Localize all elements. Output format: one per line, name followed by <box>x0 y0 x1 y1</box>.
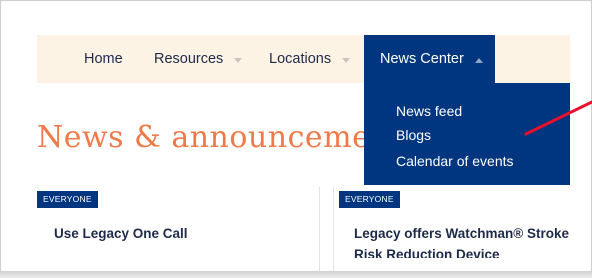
card-title-link[interactable]: Legacy offers Watchman® Stroke <box>354 226 570 241</box>
nav-locations[interactable]: Locations <box>269 35 351 83</box>
card-title-link[interactable]: Use Legacy One Call <box>54 226 188 241</box>
nav-resources[interactable]: Resources <box>154 35 243 83</box>
chevron-down-icon <box>234 35 243 83</box>
page-title: News & announcements <box>37 120 364 155</box>
bottom-edge <box>0 271 592 278</box>
chevron-down-icon <box>342 35 351 83</box>
nav-news-center[interactable]: News Center <box>364 35 495 83</box>
audience-badge: EVERYONE <box>339 191 400 208</box>
nav-news-center-label: News Center <box>380 51 464 67</box>
audience-badge: EVERYONE <box>37 191 98 208</box>
card-divider <box>319 187 320 271</box>
card-title-line2-text: Risk Reduction Device <box>354 247 500 258</box>
card-divider <box>333 187 334 271</box>
main-nav: Home Resources Locations News Center <box>37 35 570 83</box>
card-title-link-line2[interactable]: Risk Reduction Device <box>354 247 570 258</box>
menu-item-blogs[interactable]: Blogs <box>396 127 431 143</box>
menu-item-calendar-of-events[interactable]: Calendar of events <box>396 153 514 169</box>
news-center-dropdown: News feed Blogs Calendar of events <box>364 83 570 185</box>
nav-locations-label: Locations <box>269 51 332 67</box>
chevron-up-icon <box>474 35 483 83</box>
nav-home[interactable]: Home <box>84 35 123 83</box>
nav-resources-label: Resources <box>154 51 224 67</box>
menu-item-news-feed[interactable]: News feed <box>396 103 462 119</box>
nav-home-label: Home <box>84 51 123 67</box>
